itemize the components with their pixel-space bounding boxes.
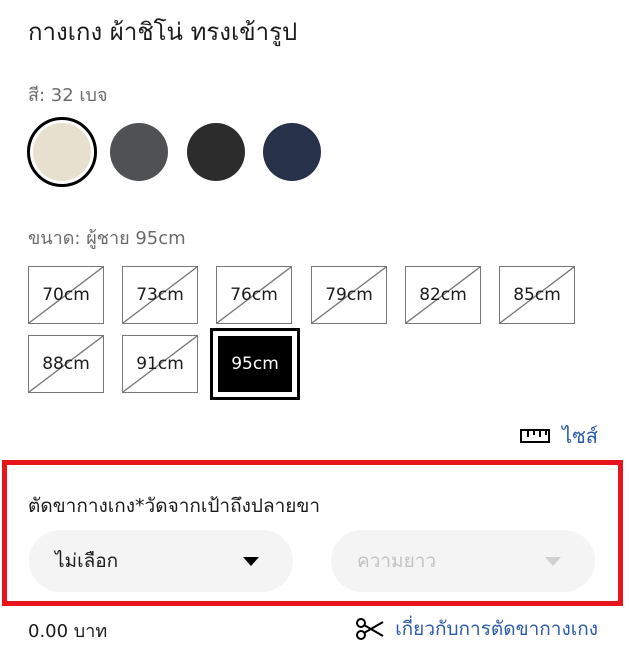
size-option[interactable]: 91cm bbox=[122, 335, 198, 393]
size-option[interactable]: 82cm bbox=[405, 266, 481, 324]
swatch-gray[interactable] bbox=[110, 123, 168, 181]
size-guide-label: ไซส์ bbox=[562, 424, 598, 448]
about-hem-label: เกี่ยวกับการตัดขากางเกง bbox=[395, 618, 598, 640]
size-option-label: 70cm bbox=[42, 285, 90, 305]
size-option[interactable]: 95cm bbox=[210, 328, 300, 400]
size-option-label: 88cm bbox=[42, 354, 90, 374]
size-option[interactable]: 85cm bbox=[499, 266, 575, 324]
swatch-beige-fill bbox=[33, 123, 91, 181]
swatch-navy[interactable] bbox=[263, 123, 321, 181]
hem-label: ตัดขากางเกง*วัดจากเป้าถึงปลายขา bbox=[28, 495, 321, 517]
size-option-label: 73cm bbox=[136, 285, 184, 305]
size-option-label: 82cm bbox=[419, 285, 467, 305]
size-option[interactable]: 76cm bbox=[216, 266, 292, 324]
size-guide-link[interactable]: ไซส์ bbox=[520, 420, 598, 452]
size-option-label: 76cm bbox=[230, 285, 278, 305]
ruler-icon bbox=[520, 429, 551, 443]
swatch-black[interactable] bbox=[187, 123, 245, 181]
hem-option-value: ไม่เลือก bbox=[55, 550, 119, 572]
color-label: สี: 32 เบจ bbox=[28, 85, 108, 106]
hem-price: 0.00 บาท bbox=[28, 621, 108, 642]
size-option-label: 85cm bbox=[513, 285, 561, 305]
swatch-beige[interactable] bbox=[27, 117, 97, 187]
chevron-down-icon bbox=[243, 556, 259, 566]
size-option-label: 95cm bbox=[231, 354, 279, 374]
about-hem-link[interactable]: เกี่ยวกับการตัดขากางเกง bbox=[355, 614, 598, 644]
size-option[interactable]: 70cm bbox=[28, 266, 104, 324]
hem-length-select[interactable]: ความยาว bbox=[331, 530, 595, 592]
size-option[interactable]: 79cm bbox=[311, 266, 387, 324]
product-title: กางเกง ผ้าชิโน่ ทรงเข้ารูป bbox=[28, 18, 298, 46]
scissors-icon bbox=[356, 618, 384, 640]
size-option-label: 79cm bbox=[325, 285, 373, 305]
size-label: ขนาด: ผู้ชาย 95cm bbox=[28, 228, 186, 249]
hem-length-placeholder: ความยาว bbox=[357, 550, 437, 572]
size-option[interactable]: 73cm bbox=[122, 266, 198, 324]
size-option[interactable]: 88cm bbox=[28, 335, 104, 393]
size-option-label: 91cm bbox=[136, 354, 184, 374]
chevron-down-icon bbox=[545, 556, 561, 566]
hem-option-select[interactable]: ไม่เลือก bbox=[29, 530, 293, 592]
